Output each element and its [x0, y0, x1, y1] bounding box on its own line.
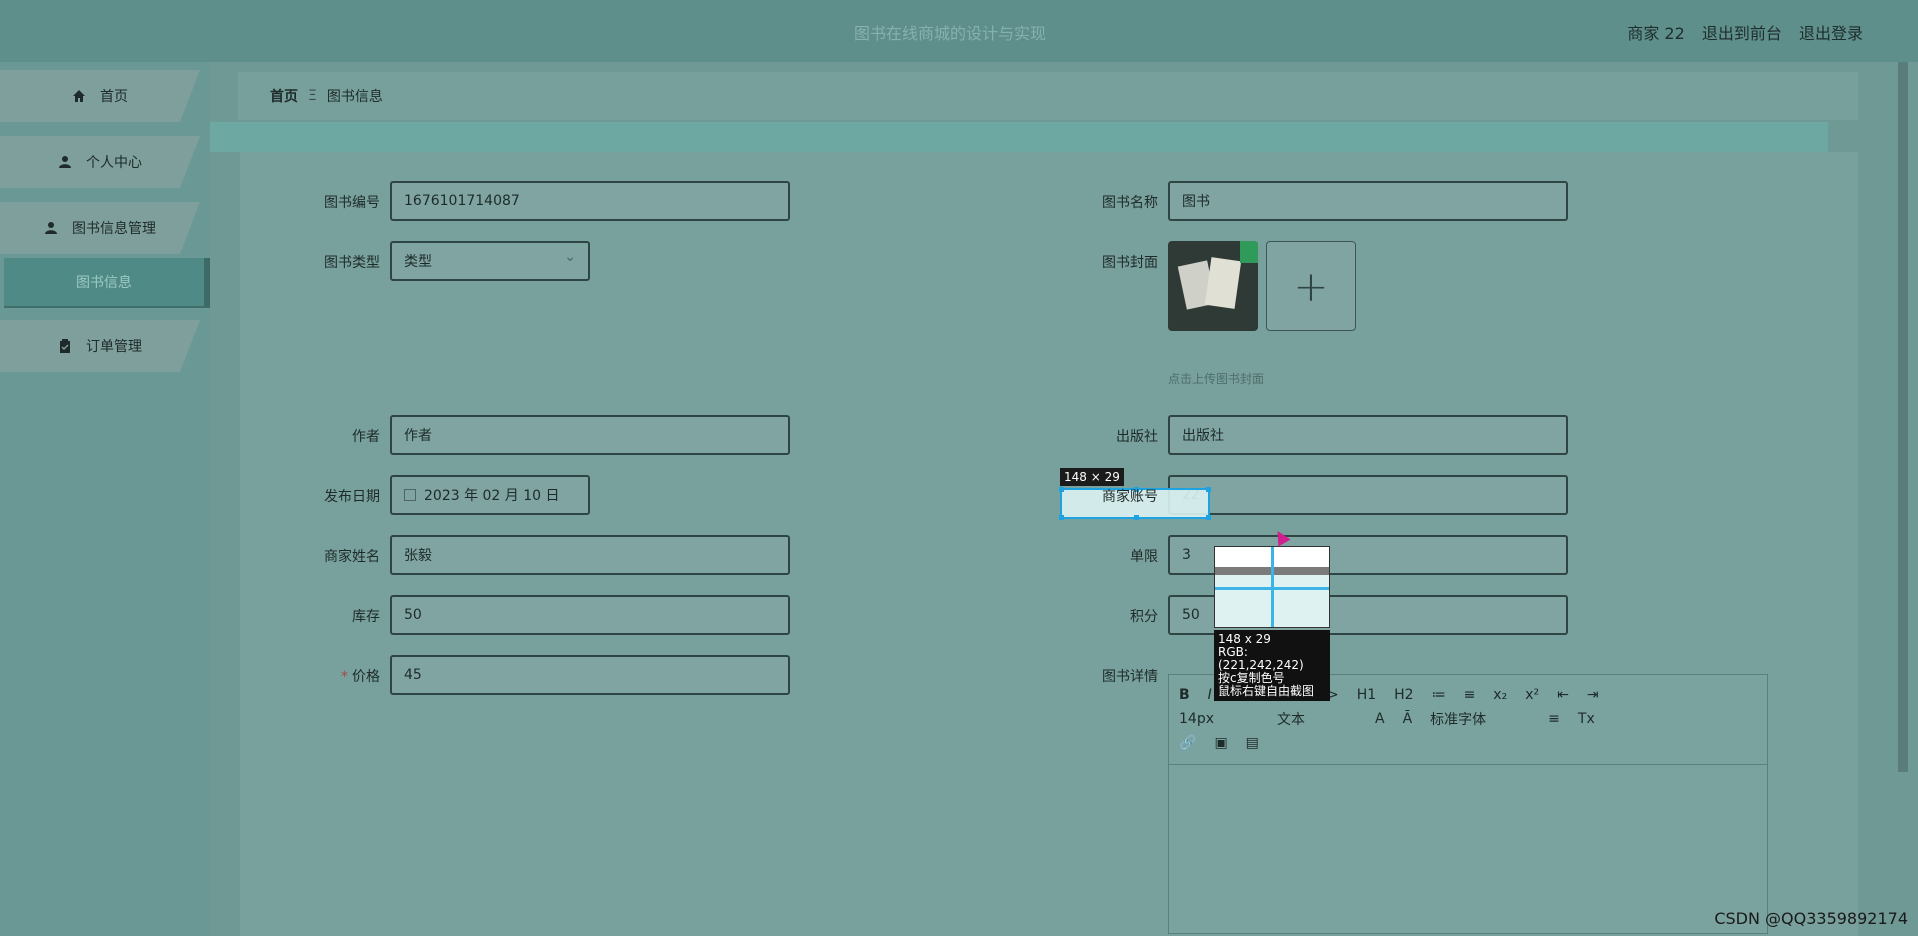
clipboard-icon: [58, 339, 72, 353]
header-strip: [210, 122, 1828, 152]
required-mark: *: [341, 669, 348, 685]
video-icon[interactable]: ▤: [1246, 735, 1259, 751]
sidebar-item-home[interactable]: 首页: [0, 70, 200, 122]
mag-rgb: RGB:(221,242,242): [1218, 645, 1304, 672]
font-size-select[interactable]: 14px: [1179, 711, 1259, 727]
font-family-select[interactable]: 标准字体: [1430, 709, 1530, 729]
h2-button[interactable]: H2: [1394, 687, 1413, 703]
book-type-value: 类型: [404, 254, 432, 270]
magnifier-info: 148 x 29 RGB:(221,242,242) 按c复制色号 鼠标右键自由…: [1214, 630, 1330, 701]
ordered-list-button[interactable]: ≔: [1432, 687, 1446, 703]
upload-cover-button[interactable]: +: [1266, 241, 1356, 331]
cover-thumbnail[interactable]: [1168, 241, 1258, 331]
merchant-account-label-highlight: 商家账号: [1102, 489, 1158, 505]
logout-link[interactable]: 退出登录: [1799, 24, 1863, 43]
editor-content-area[interactable]: [1169, 765, 1767, 933]
book-name-input[interactable]: 图书: [1168, 181, 1568, 221]
editor-toolbar-row-3: 🔗 ▣ ▤: [1179, 731, 1757, 755]
color-magnifier: [1214, 546, 1330, 628]
home-icon: [72, 89, 86, 103]
clear-format-icon[interactable]: Tx: [1578, 711, 1595, 727]
user-label: 商家 22: [1627, 24, 1685, 43]
author-label: 作者: [352, 429, 380, 445]
subscript-button[interactable]: x₂: [1493, 687, 1507, 703]
publisher-input[interactable]: 出版社: [1168, 415, 1568, 455]
publish-date-picker[interactable]: 2023 年 02 月 10 日: [390, 475, 590, 515]
book-type-select[interactable]: 类型: [390, 241, 590, 281]
stock-label: 库存: [352, 609, 380, 625]
align-icon[interactable]: ≡: [1548, 711, 1560, 727]
font-color-icon[interactable]: A: [1375, 711, 1385, 727]
sidebar-item-orders[interactable]: 订单管理: [0, 320, 200, 372]
sidebar-item-label: 图书信息: [76, 275, 132, 291]
outdent-button[interactable]: ⇤: [1557, 687, 1569, 703]
cover-label: 图书封面: [1102, 255, 1158, 271]
breadcrumb-current: 图书信息: [326, 89, 383, 105]
indent-button[interactable]: ⇥: [1587, 687, 1599, 703]
merchant-name-input[interactable]: 张毅: [390, 535, 790, 575]
selection-size-tag: 148 × 29: [1060, 468, 1124, 486]
author-input[interactable]: 作者: [390, 415, 790, 455]
publish-date-label: 发布日期: [324, 489, 380, 505]
scrollbar[interactable]: [1898, 62, 1908, 772]
italic-button[interactable]: I: [1208, 687, 1212, 703]
book-id-input[interactable]: 1676101714087: [390, 181, 790, 221]
details-label: 图书详情: [1102, 669, 1158, 685]
stock-input[interactable]: 50: [390, 595, 790, 635]
plus-icon: +: [1293, 261, 1329, 311]
sidebar-item-label: 首页: [100, 89, 128, 105]
price-input[interactable]: 45: [390, 655, 790, 695]
image-icon[interactable]: ▣: [1214, 735, 1227, 751]
superscript-button[interactable]: x²: [1525, 687, 1539, 703]
bullet-list-button[interactable]: ≡: [1464, 687, 1476, 703]
header-actions: 商家 22 退出到前台 退出登录: [1615, 20, 1863, 44]
sidebar-item-profile[interactable]: 个人中心: [0, 136, 200, 188]
calendar-icon: [404, 489, 416, 501]
merchant-account-input[interactable]: 22: [1168, 475, 1568, 515]
back-to-front-link[interactable]: 退出到前台: [1702, 24, 1782, 43]
sidebar-item-label: 图书信息管理: [72, 221, 156, 237]
sidebar: 首页 个人中心 图书信息管理 图书信息 订单管理: [0, 62, 210, 936]
publisher-label: 出版社: [1116, 429, 1158, 445]
sidebar-item-book-management[interactable]: 图书信息管理: [0, 202, 200, 254]
watermark: CSDN @QQ3359892174: [1714, 909, 1908, 928]
user-icon: [44, 221, 58, 235]
editor-toolbar-row-2: 14px 文本 A Ā 标准字体 ≡ Tx: [1179, 707, 1757, 731]
sidebar-item-label: 个人中心: [86, 155, 142, 171]
merchant-name-label: 商家姓名: [324, 549, 380, 565]
details-editor[interactable]: B I U S ❞ </> H1 H2 ≔ ≡ x₂ x² ⇤ ⇥ 14px 文…: [1168, 674, 1768, 934]
background-color-icon[interactable]: Ā: [1403, 711, 1413, 727]
mag-right-click-hint: 鼠标右键自由截图: [1218, 684, 1315, 698]
breadcrumb-home[interactable]: 首页: [270, 86, 298, 106]
points-label: 积分: [1130, 609, 1158, 625]
user-icon: [58, 155, 72, 169]
breadcrumb: 首页 Ξ 图书信息: [238, 72, 1858, 120]
text-style-select[interactable]: 文本: [1277, 709, 1357, 729]
price-label: * 价格: [280, 666, 380, 686]
sidebar-item-book-info[interactable]: 图书信息: [4, 258, 210, 308]
publish-date-value: 2023 年 02 月 10 日: [424, 488, 560, 504]
h1-button[interactable]: H1: [1357, 687, 1376, 703]
top-header: 图书在线商城的设计与实现 商家 22 退出到前台 退出登录: [0, 0, 1918, 62]
cover-upload-hint: 点击上传图书封面: [1168, 372, 1265, 386]
price-label-text: 价格: [352, 669, 380, 685]
book-type-label: 图书类型: [324, 255, 380, 271]
link-icon[interactable]: 🔗: [1179, 735, 1196, 751]
breadcrumb-separator: Ξ: [308, 88, 317, 104]
book-name-label: 图书名称: [1102, 195, 1158, 211]
limit-label: 单限: [1130, 549, 1158, 565]
bold-button[interactable]: B: [1179, 687, 1190, 703]
book-id-label: 图书编号: [324, 195, 380, 211]
sidebar-item-label: 订单管理: [86, 339, 142, 355]
